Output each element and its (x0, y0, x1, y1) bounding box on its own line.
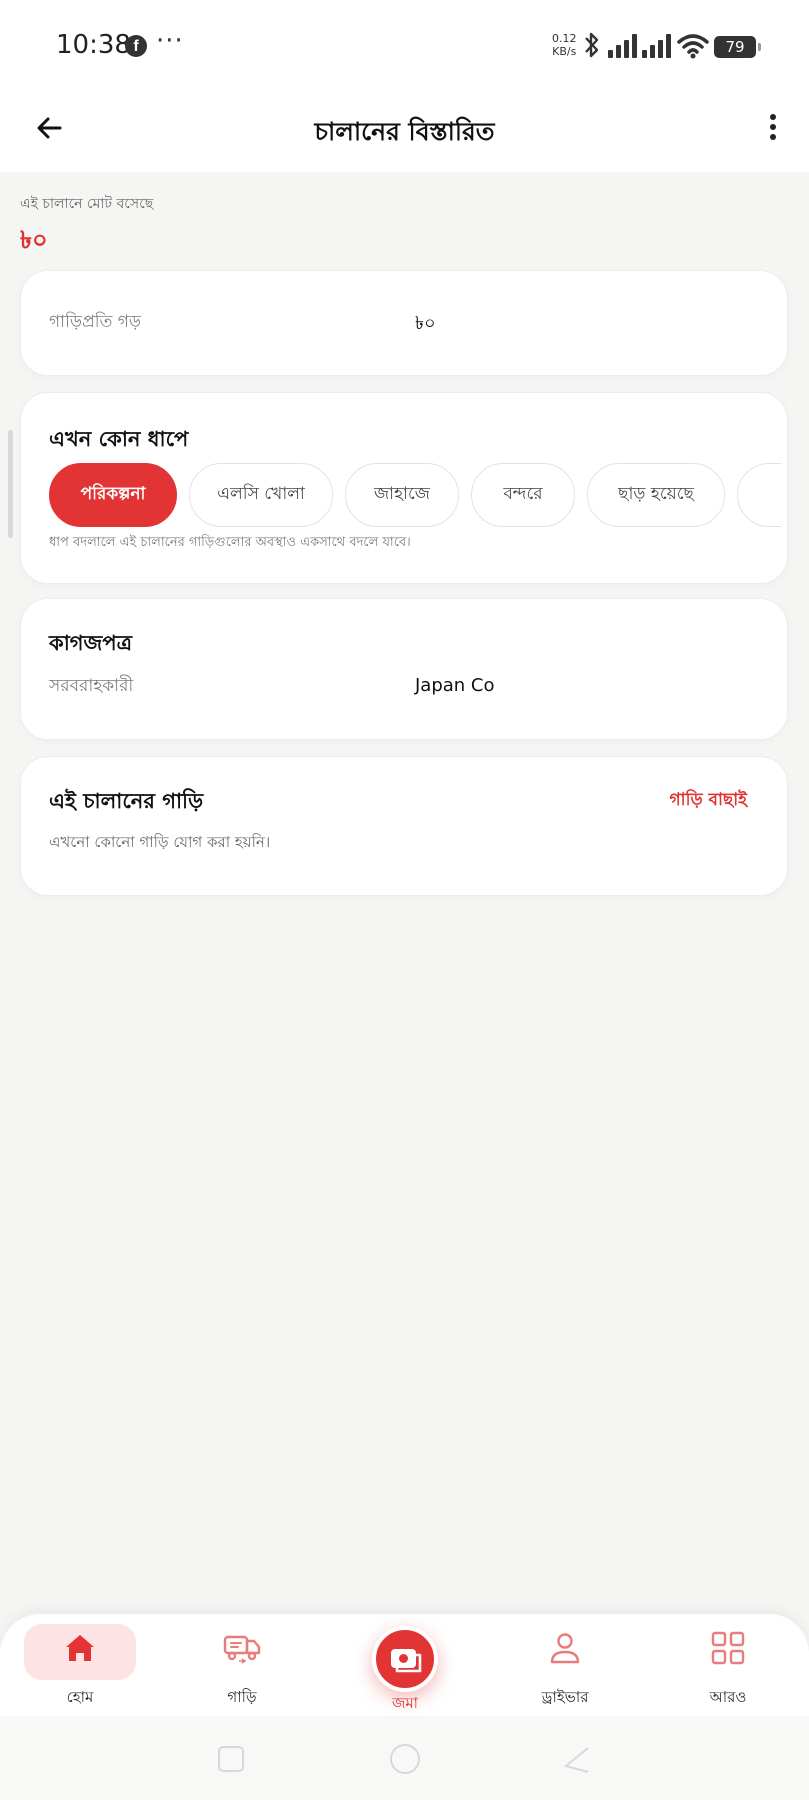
battery-indicator: 79 (714, 36, 761, 58)
system-back-icon[interactable] (562, 1744, 592, 1774)
network-speed: 0.12 KB/s (552, 32, 577, 58)
documents-card: কাগজপত্র সরবরাহকারী Japan Co (20, 598, 788, 740)
app-bar: চালানের বিস্তারিত (0, 92, 809, 172)
stage-hint: ধাপ বদলালে এই চালানের গাড়িগুলোর অবস্থাও… (49, 535, 411, 550)
deposit-fab-button[interactable] (372, 1626, 438, 1692)
wifi-icon (676, 32, 710, 60)
nav-item-more[interactable]: আরও (673, 1614, 783, 1716)
home-icon (60, 1628, 100, 1668)
total-cost-value: ৳০ (20, 226, 48, 254)
more-notifications-icon: ··· (156, 26, 184, 56)
average-value: ৳০ (415, 313, 436, 334)
nav-item-driver[interactable]: ড্রাইভার (510, 1614, 620, 1716)
select-cars-link[interactable]: গাড়ি বাছাই (670, 787, 747, 815)
stage-chip-lc-open[interactable]: এলসি খোলা (189, 463, 333, 527)
documents-title: কাগজপত্র (49, 631, 133, 655)
stage-chip-on-ship[interactable]: জাহাজে (345, 463, 459, 527)
stage-title: এখন কোন ধাপে (49, 427, 189, 451)
camera-icon (391, 1649, 422, 1673)
average-label: গাড়িপ্রতি গড় (49, 312, 142, 332)
recent-apps-icon[interactable] (218, 1746, 244, 1772)
status-bar: 10:38 f ··· 0.12 KB/s 79 (0, 0, 809, 92)
home-button-icon[interactable] (390, 1744, 420, 1774)
bluetooth-icon (582, 30, 602, 67)
supplier-label: সরবরাহকারী (49, 676, 134, 696)
nav-label-deposit: জমা (391, 1694, 419, 1712)
stage-chips: পরিকল্পনা এলসি খোলা জাহাজে বন্দরে ছাড় হ… (49, 463, 781, 529)
empty-cars-text: এখনো কোনো গাড়ি যোগ করা হয়নি। (49, 833, 271, 851)
grid-icon (708, 1628, 748, 1668)
nav-label-home: হোম (66, 1688, 94, 1706)
stage-chip-released[interactable]: ছাড় হয়েছে (587, 463, 725, 527)
nav-label-driver: ড্রাইভার (541, 1688, 589, 1706)
facebook-icon: f (125, 35, 147, 57)
supplier-value: Japan Co (415, 675, 495, 696)
cars-title: এই চালানের গাড়ি (49, 789, 204, 813)
signal-icon (608, 34, 638, 58)
status-time: 10:38 (56, 30, 131, 60)
average-card: গাড়িপ্রতি গড় ৳০ (20, 270, 788, 376)
stage-chip-planning[interactable]: পরিকল্পনা (49, 463, 177, 527)
signal-icon-2 (642, 34, 672, 58)
total-cost-label: এই চালানে মোট বসেছে (20, 196, 154, 212)
nav-item-cars[interactable]: গাড়ি (187, 1614, 297, 1716)
page-title: চালানের বিস্তারিত (314, 117, 495, 146)
scroll-indicator[interactable] (8, 430, 13, 538)
stage-chip-next[interactable] (737, 463, 781, 527)
nav-label-more: আরও (709, 1688, 747, 1706)
network-speed-unit: KB/s (552, 45, 577, 58)
stage-card: এখন কোন ধাপে পরিকল্পনা এলসি খোলা জাহাজে … (20, 392, 788, 584)
person-icon (545, 1628, 585, 1668)
shipment-cars-card: এই চালানের গাড়ি গাড়ি বাছাই এখনো কোনো গ… (20, 756, 788, 896)
nav-item-home[interactable]: হোম (25, 1614, 135, 1716)
truck-icon (222, 1628, 262, 1668)
stage-chip-at-port[interactable]: বন্দরে (471, 463, 575, 527)
system-navigation-bar (0, 1716, 809, 1800)
kebab-dot-icon (770, 114, 776, 120)
more-options-button[interactable] (761, 110, 785, 150)
network-speed-value: 0.12 (552, 32, 577, 45)
nav-label-cars: গাড়ি (227, 1688, 257, 1706)
